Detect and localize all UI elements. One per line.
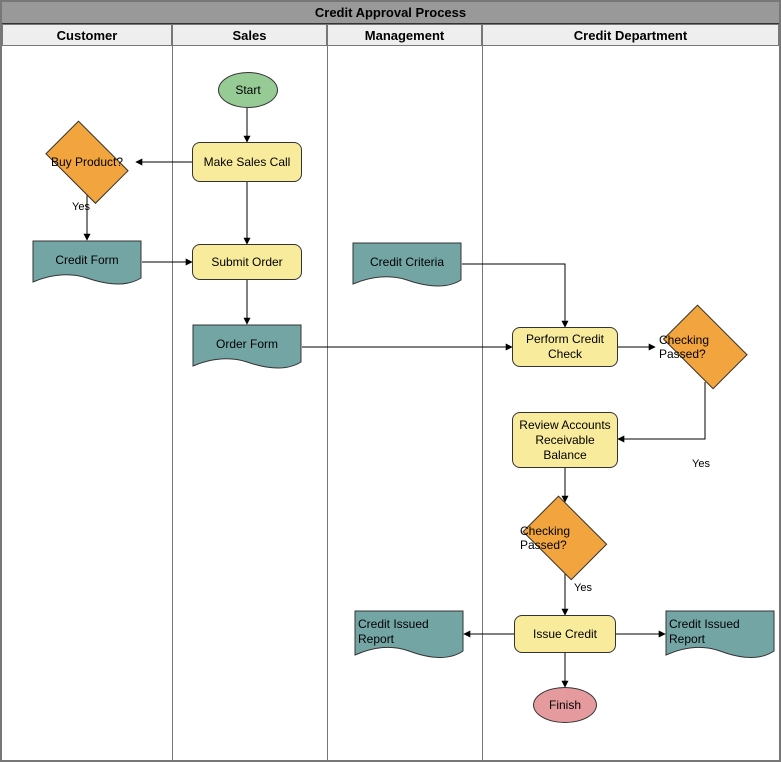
submit-order-process: Submit Order [192,244,302,280]
start-terminator: Start [218,72,278,108]
perform-credit-check-process: Perform Credit Check [512,327,618,367]
checking-passed-1-label: Checking Passed? [655,312,755,382]
lane-header-sales: Sales [172,24,327,46]
credit-issued-report-right-document: Credit Issued Report [665,610,775,662]
yes-label-1: Yes [72,201,90,213]
credit-criteria-document: Credit Criteria [352,242,462,290]
yes-label-3: Yes [574,582,592,594]
buy-product-decision: Buy Product? [37,129,137,195]
lane-header-management: Management [327,24,482,46]
finish-terminator: Finish [533,687,597,723]
make-sales-call-process: Make Sales Call [192,142,302,182]
lane-header-row: Customer Sales Management Credit Departm… [2,24,779,46]
swimlane-diagram: Credit Approval Process Customer Sales M… [0,0,781,762]
credit-form-document: Credit Form [32,240,142,288]
credit-issued-report-left-label: Credit Issued Report [354,610,464,654]
diagram-title: Credit Approval Process [2,2,779,24]
review-ar-process: Review Accounts Receivable Balance [512,412,618,468]
issue-credit-process: Issue Credit [514,615,616,653]
order-form-document: Order Form [192,324,302,372]
lane-header-credit: Credit Department [482,24,779,46]
yes-label-2: Yes [692,458,710,470]
credit-criteria-label: Credit Criteria [352,242,462,283]
credit-issued-report-left-document: Credit Issued Report [354,610,464,662]
checking-passed-2-decision: Checking Passed? [516,502,614,574]
checking-passed-1-decision: Checking Passed? [655,312,755,382]
credit-issued-report-right-label: Credit Issued Report [665,610,775,654]
credit-form-label: Credit Form [32,240,142,281]
order-form-label: Order Form [192,324,302,365]
buy-product-label: Buy Product? [37,129,137,195]
checking-passed-2-label: Checking Passed? [516,502,614,574]
lane-header-customer: Customer [2,24,172,46]
